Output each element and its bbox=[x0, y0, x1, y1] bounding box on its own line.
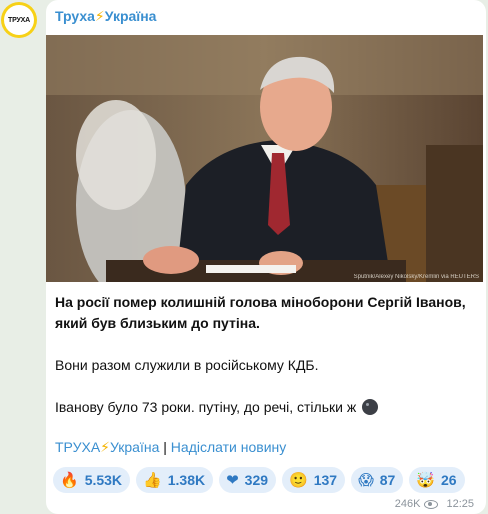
reaction-count: 329 bbox=[244, 472, 269, 488]
thumbs-up-icon: 👍 bbox=[143, 470, 162, 489]
reaction-fire[interactable]: 🔥 5.53K bbox=[53, 467, 131, 493]
reaction-count: 26 bbox=[440, 472, 457, 488]
reaction-count: 1.38K bbox=[167, 472, 206, 488]
footer-links: ТРУХА⚡Україна | Надіслати новину bbox=[55, 439, 286, 456]
heart-icon: ❤ bbox=[226, 470, 239, 489]
message-meta: 246K 12:25 bbox=[395, 498, 474, 510]
footer-separator: | bbox=[163, 439, 167, 455]
view-count: 246K bbox=[394, 498, 421, 510]
post-photo[interactable]: Sputnik/Alexey Nikolsky/Kremlin via REUT… bbox=[46, 35, 483, 282]
lightning-icon: ⚡ bbox=[100, 439, 110, 455]
reaction-exploding-head[interactable]: 🤯 26 bbox=[409, 467, 465, 493]
post-paragraph-2: Вони разом служили в російському КДБ. bbox=[55, 357, 319, 373]
post-paragraph-3: Іванову було 73 роки. путіну, до речі, с… bbox=[55, 397, 480, 418]
reaction-count: 87 bbox=[379, 472, 396, 488]
photo-credit: Sputnik/Alexey Nikolsky/Kremlin via REUT… bbox=[353, 274, 479, 280]
channel-name-suffix: Україна bbox=[104, 8, 157, 24]
channel-name-link[interactable]: Труха⚡Україна bbox=[55, 8, 156, 25]
post-headline-line1: На росії помер колишній голова міноборон… bbox=[55, 294, 466, 310]
channel-footer-link[interactable]: ТРУХА⚡Україна bbox=[55, 439, 159, 455]
post-text: На росії помер колишній голова міноборон… bbox=[55, 292, 480, 418]
channel-avatar[interactable]: ТРУХА bbox=[1, 2, 37, 38]
eye-icon bbox=[424, 499, 439, 509]
reaction-scream-face[interactable]: 😱 87 bbox=[351, 467, 404, 493]
channel-footer-link-suffix: Україна bbox=[110, 439, 160, 455]
message-time: 12:25 bbox=[446, 498, 474, 510]
post-headline-line2: який був близьким до путіна. bbox=[55, 315, 260, 331]
message-bubble: Труха⚡Україна Sputnik/Alexey Nikolsky/Kr… bbox=[46, 0, 486, 514]
reaction-heart[interactable]: ❤ 329 bbox=[219, 467, 277, 493]
bomb-icon bbox=[362, 399, 379, 415]
submit-news-link[interactable]: Надіслати новину bbox=[171, 439, 286, 455]
photo-illustration bbox=[46, 35, 483, 282]
reaction-count: 137 bbox=[313, 472, 338, 488]
scream-face-icon: 😱 bbox=[358, 470, 374, 489]
smirk-face-icon: 🙂 bbox=[289, 470, 308, 489]
exploding-head-icon: 🤯 bbox=[416, 470, 435, 489]
channel-footer-link-text: ТРУХА bbox=[55, 439, 101, 455]
reaction-count: 5.53K bbox=[84, 472, 123, 488]
avatar-label: ТРУХА bbox=[4, 5, 34, 35]
post-paragraph-3-text: Іванову було 73 роки. путіну, до речі, с… bbox=[55, 399, 357, 415]
channel-name-text: Труха bbox=[55, 8, 95, 24]
reaction-smirk-face[interactable]: 🙂 137 bbox=[282, 467, 346, 493]
lightning-icon: ⚡ bbox=[94, 8, 105, 24]
fire-icon: 🔥 bbox=[60, 470, 79, 489]
reaction-thumbs-up[interactable]: 👍 1.38K bbox=[136, 467, 214, 493]
reactions-bar: 🔥 5.53K 👍 1.38K ❤ 329 🙂 137 😱 87 🤯 26 bbox=[53, 467, 465, 493]
